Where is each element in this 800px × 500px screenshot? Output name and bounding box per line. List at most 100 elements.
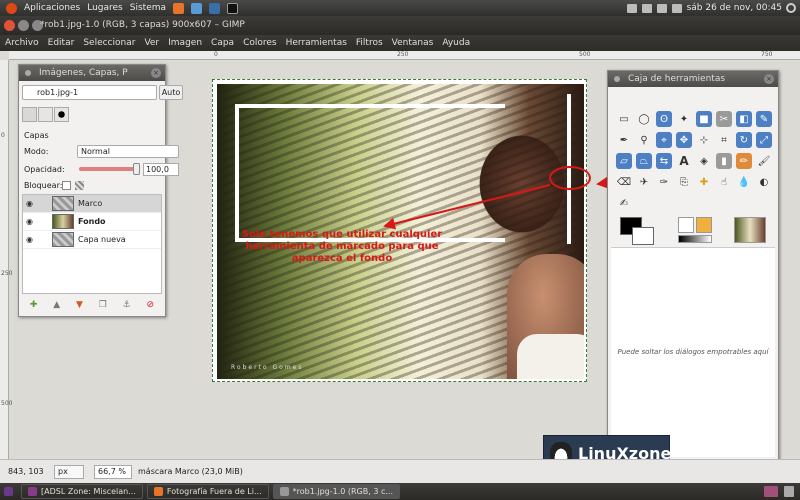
eye-icon[interactable]: ◉ bbox=[26, 199, 36, 208]
scissors-icon[interactable]: ✂ bbox=[716, 111, 732, 127]
flip-icon[interactable]: ⇆ bbox=[656, 153, 672, 169]
bucket-fill-icon[interactable]: ◈ bbox=[696, 153, 712, 169]
menu-colores[interactable]: Colores bbox=[243, 38, 277, 48]
layer-row-capa-nueva[interactable]: ◉ Capa nueva bbox=[23, 231, 161, 249]
airbrush-icon[interactable]: ✈ bbox=[636, 174, 652, 190]
opacity-slider[interactable] bbox=[79, 167, 137, 171]
toolbox-title-bar[interactable]: Caja de herramientas × bbox=[608, 71, 778, 87]
menu-lugares[interactable]: Lugares bbox=[87, 3, 123, 13]
battery-icon[interactable] bbox=[671, 3, 682, 13]
anchor-layer-icon[interactable]: ⚓ bbox=[123, 300, 131, 310]
lock-alpha-icon[interactable] bbox=[75, 181, 84, 190]
zoom-select[interactable]: 66,7 % bbox=[94, 464, 132, 479]
paths-icon[interactable]: ✎ bbox=[756, 111, 772, 127]
image-select[interactable]: rob1.jpg-1 bbox=[22, 85, 157, 100]
close-window-icon[interactable] bbox=[4, 20, 15, 31]
network-icon[interactable] bbox=[641, 3, 652, 13]
scale-icon[interactable]: ⤢ bbox=[756, 132, 772, 148]
pattern-preview[interactable] bbox=[696, 217, 712, 233]
mail-icon[interactable] bbox=[626, 3, 637, 13]
rect-select-icon[interactable]: ▭ bbox=[616, 111, 632, 127]
tab-paths-icon[interactable] bbox=[54, 107, 69, 122]
lower-layer-icon[interactable]: ▼ bbox=[76, 300, 83, 310]
dock-menu-icon[interactable] bbox=[25, 70, 31, 76]
taskbar-item-fotografia[interactable]: Fotografía Fuera de Li... bbox=[146, 484, 269, 499]
minimize-window-icon[interactable] bbox=[18, 20, 29, 31]
rotate-icon[interactable]: ↻ bbox=[736, 132, 752, 148]
close-icon[interactable]: × bbox=[764, 74, 774, 84]
close-icon[interactable]: × bbox=[151, 68, 161, 78]
vertical-ruler[interactable]: 0 250 500 bbox=[0, 60, 12, 459]
menu-sistema[interactable]: Sistema bbox=[130, 3, 166, 13]
raise-layer-icon[interactable]: ▲ bbox=[53, 300, 60, 310]
color-selector[interactable] bbox=[620, 217, 660, 249]
horizontal-ruler[interactable]: 0 250 500 750 bbox=[9, 51, 800, 60]
blend-icon[interactable]: ▮ bbox=[716, 153, 732, 169]
paintbrush-icon[interactable]: 🖌 bbox=[756, 153, 772, 169]
menu-ayuda[interactable]: Ayuda bbox=[442, 38, 470, 48]
lock-pixels-checkbox[interactable] bbox=[62, 181, 71, 190]
layers-dock-title[interactable]: Imágenes, Capas, P × bbox=[19, 65, 165, 81]
taskbar-item-adsl-zone[interactable]: [ADSL Zone: Miscelan... bbox=[21, 484, 143, 499]
layer-list[interactable]: ◉ Marco ◉ Fondo ◉ Capa nueva bbox=[22, 194, 162, 294]
background-color-swatch[interactable] bbox=[632, 227, 654, 245]
clock[interactable]: sáb 26 de nov, 00:45 bbox=[687, 3, 782, 13]
show-desktop-icon[interactable] bbox=[4, 487, 13, 496]
clone-icon[interactable]: ⎘ bbox=[676, 174, 692, 190]
dodge-burn-icon[interactable]: ◐ bbox=[756, 174, 772, 190]
dock-menu-icon[interactable] bbox=[614, 76, 620, 82]
eye-icon[interactable]: ◉ bbox=[26, 217, 36, 226]
trash-icon[interactable] bbox=[784, 486, 794, 497]
align-icon[interactable]: ⊹ bbox=[696, 132, 712, 148]
menu-seleccionar[interactable]: Seleccionar bbox=[83, 38, 135, 48]
menu-ver[interactable]: Ver bbox=[144, 38, 159, 48]
measure-icon[interactable]: ⌖ bbox=[656, 132, 672, 148]
move-icon[interactable]: ✥ bbox=[676, 132, 692, 148]
volume-icon[interactable] bbox=[656, 3, 667, 13]
eye-icon[interactable]: ◉ bbox=[26, 235, 36, 244]
cage-transform-icon[interactable]: ✍ bbox=[616, 195, 632, 211]
menu-archivo[interactable]: Archivo bbox=[5, 38, 39, 48]
fuzzy-select-icon[interactable]: ✦ bbox=[676, 111, 692, 127]
menu-herramientas[interactable]: Herramientas bbox=[286, 38, 347, 48]
zoom-icon[interactable]: ⚲ bbox=[636, 132, 652, 148]
ellipse-select-icon[interactable]: ◯ bbox=[636, 111, 652, 127]
duplicate-layer-icon[interactable]: ❐ bbox=[99, 300, 107, 310]
layers-dock[interactable]: Imágenes, Capas, P × rob1.jpg-1 Auto Cap… bbox=[18, 64, 183, 317]
auto-button[interactable]: Auto bbox=[159, 85, 183, 100]
unit-select[interactable]: px bbox=[54, 464, 84, 479]
blur-icon[interactable]: 💧 bbox=[736, 174, 752, 190]
tab-channels-icon[interactable] bbox=[38, 107, 53, 122]
taskbar-item-gimp[interactable]: *rob1.jpg-1.0 (RGB, 3 c... bbox=[272, 484, 400, 499]
smudge-icon[interactable]: ☝ bbox=[716, 174, 732, 190]
firefox-icon[interactable] bbox=[173, 2, 185, 14]
foreground-select-icon[interactable]: ◧ bbox=[736, 111, 752, 127]
layer-row-marco[interactable]: ◉ Marco bbox=[23, 195, 161, 213]
color-select-icon[interactable]: ■ bbox=[696, 111, 712, 127]
layer-row-fondo[interactable]: ◉ Fondo bbox=[23, 213, 161, 231]
menu-imagen[interactable]: Imagen bbox=[168, 38, 202, 48]
terminal-icon[interactable] bbox=[227, 2, 239, 14]
ubuntu-logo-icon[interactable] bbox=[6, 2, 17, 14]
menu-aplicaciones[interactable]: Aplicaciones bbox=[24, 3, 80, 13]
delete-layer-icon[interactable]: ⊘ bbox=[147, 300, 155, 310]
perspective-icon[interactable]: ⏢ bbox=[636, 153, 652, 169]
text-icon[interactable]: A bbox=[676, 153, 692, 169]
mode-select[interactable]: Normal bbox=[77, 145, 179, 158]
ink-icon[interactable]: ✑ bbox=[656, 174, 672, 190]
menu-filtros[interactable]: Filtros bbox=[356, 38, 383, 48]
crop-icon[interactable]: ⌗ bbox=[716, 132, 732, 148]
pencil-icon[interactable]: ✏ bbox=[736, 153, 752, 169]
shear-icon[interactable]: ▱ bbox=[616, 153, 632, 169]
workspace-switcher-icon[interactable] bbox=[764, 486, 778, 497]
tab-layers-icon[interactable] bbox=[22, 107, 37, 122]
heal-icon[interactable]: ✚ bbox=[696, 174, 712, 190]
eraser-icon[interactable]: ⌫ bbox=[616, 174, 632, 190]
menu-ventanas[interactable]: Ventanas bbox=[392, 38, 434, 48]
new-layer-icon[interactable]: ✚ bbox=[30, 300, 38, 310]
opacity-slider-handle[interactable] bbox=[133, 163, 140, 175]
brush-preview[interactable] bbox=[678, 217, 694, 233]
tool-options-area[interactable]: Puede soltar los diálogos empotrables aq… bbox=[611, 247, 775, 457]
help-icon[interactable] bbox=[209, 2, 221, 14]
active-image-preview[interactable] bbox=[734, 217, 766, 243]
